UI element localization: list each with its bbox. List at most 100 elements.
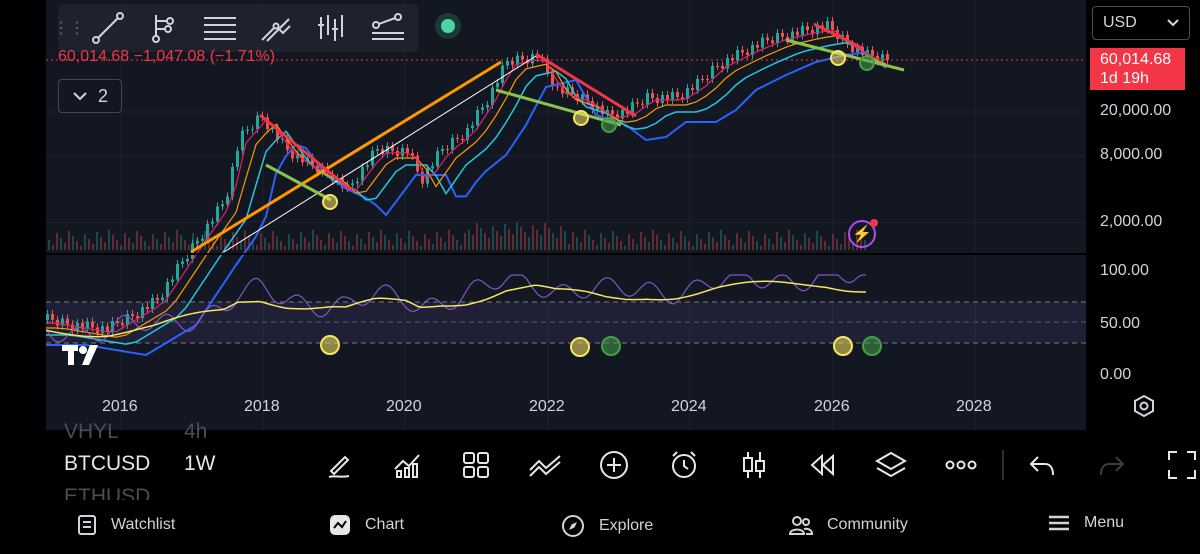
volume-bar — [476, 223, 478, 250]
candle-body — [676, 92, 679, 97]
volume-bar — [416, 241, 418, 250]
volume-bar — [720, 230, 722, 250]
drag-handle-icon[interactable]: ⋮⋮ — [53, 13, 85, 43]
volume-bar — [628, 234, 630, 250]
candle-body — [431, 166, 434, 169]
more-icon[interactable] — [943, 448, 979, 482]
volume-bar — [744, 243, 746, 250]
volume-bar — [452, 235, 454, 250]
volume-bar — [412, 236, 414, 250]
volume-bar — [160, 244, 162, 250]
marker-circle — [601, 117, 617, 133]
nav-community[interactable]: Community — [789, 514, 908, 536]
volume-bar — [56, 233, 58, 250]
compare-icon[interactable] — [527, 448, 563, 482]
volume-bar — [272, 231, 274, 250]
candle-body — [731, 58, 734, 61]
rsi-tick: 0.00 — [1100, 366, 1132, 383]
rsi-tick: 100.00 — [1100, 262, 1149, 279]
add-icon[interactable] — [596, 448, 632, 482]
alert-icon[interactable] — [666, 448, 702, 482]
volume-bar — [376, 242, 378, 250]
chart-type-icon[interactable] — [736, 448, 772, 482]
candle-body — [186, 259, 189, 262]
volume-bar — [540, 235, 542, 250]
volume-bar — [596, 245, 598, 250]
candle-body — [781, 33, 784, 37]
price-tick: 2,000.00 — [1100, 213, 1163, 230]
candle-body — [251, 129, 254, 131]
pitchfork-icon[interactable] — [136, 6, 192, 50]
currency-select[interactable]: USD — [1092, 6, 1190, 40]
status-dot-icon[interactable] — [435, 13, 461, 39]
volume-bar — [600, 233, 602, 250]
candle-body — [211, 221, 214, 224]
candle-body — [806, 26, 809, 30]
volume-bar — [124, 233, 126, 250]
volume-bar — [580, 242, 582, 250]
replay-icon[interactable] — [804, 448, 840, 482]
volume-bar — [456, 240, 458, 250]
volume-bar — [832, 234, 834, 250]
layers-icon[interactable] — [873, 448, 909, 482]
symbol-interval: 1W — [184, 452, 216, 475]
candle-body — [456, 138, 459, 139]
volume-bar — [492, 226, 494, 250]
volume-bar — [244, 230, 246, 250]
drawing-icon[interactable] — [321, 448, 357, 482]
nav-label: Explore — [599, 517, 654, 534]
nav-chart[interactable]: Chart — [329, 514, 404, 536]
volume-bar — [300, 232, 302, 250]
symbol-name: VHYL — [64, 420, 119, 443]
volume-bar — [68, 231, 70, 250]
volume-bar — [256, 245, 258, 250]
volume-bar — [168, 237, 170, 250]
volume-bar — [108, 230, 110, 250]
volume-bar — [676, 243, 678, 250]
candle-body — [881, 54, 884, 62]
volume-bar — [632, 239, 634, 250]
volume-bar — [672, 238, 674, 250]
trend-line-icon[interactable] — [80, 6, 136, 50]
candle-body — [711, 66, 714, 79]
volume-bar — [360, 239, 362, 250]
nav-menu[interactable]: Menu — [1048, 514, 1124, 532]
nav-watchlist[interactable]: Watchlist — [77, 514, 175, 536]
volume-bar — [796, 240, 798, 250]
volume-bar — [424, 234, 426, 250]
volume-bar — [748, 231, 750, 250]
candle-body — [236, 150, 239, 167]
candle-body — [871, 50, 874, 56]
watchlist-row[interactable]: ETHUSD 1m — [64, 485, 150, 500]
undo-icon[interactable] — [1024, 448, 1060, 482]
community-icon — [789, 516, 813, 535]
templates-icon[interactable] — [458, 448, 494, 482]
pane-separator[interactable] — [46, 253, 1200, 255]
measure-icon[interactable] — [304, 6, 360, 50]
symbol-interval: 4h — [184, 420, 208, 443]
volume-bar — [536, 230, 538, 250]
nav-explore[interactable]: Explore — [561, 514, 653, 538]
settings-icon[interactable] — [1132, 394, 1156, 418]
fib-retracement-icon[interactable] — [192, 6, 248, 50]
volume-bar — [644, 237, 646, 250]
volume-bar — [604, 238, 606, 250]
volume-bar — [804, 233, 806, 250]
marker-circle — [573, 110, 589, 126]
indicators-icon[interactable] — [389, 448, 425, 482]
watchlist-row-active[interactable]: BTCUSD 1W — [64, 452, 216, 476]
fullscreen-icon[interactable] — [1164, 448, 1200, 482]
path-icon[interactable] — [360, 6, 416, 50]
volume-bar — [96, 232, 98, 250]
watchlist-row[interactable]: VHYL 4h — [64, 420, 207, 444]
candle-body — [671, 92, 674, 100]
volume-bar — [800, 245, 802, 250]
volume-bar — [128, 238, 130, 250]
tradingview-logo[interactable] — [62, 342, 106, 374]
collapse-panes-button[interactable]: 2 — [58, 79, 122, 113]
redo-icon[interactable] — [1094, 448, 1130, 482]
volume-bar — [280, 241, 282, 250]
candle-body — [66, 318, 69, 325]
brush-icon[interactable] — [248, 6, 304, 50]
candle-body — [121, 323, 124, 325]
